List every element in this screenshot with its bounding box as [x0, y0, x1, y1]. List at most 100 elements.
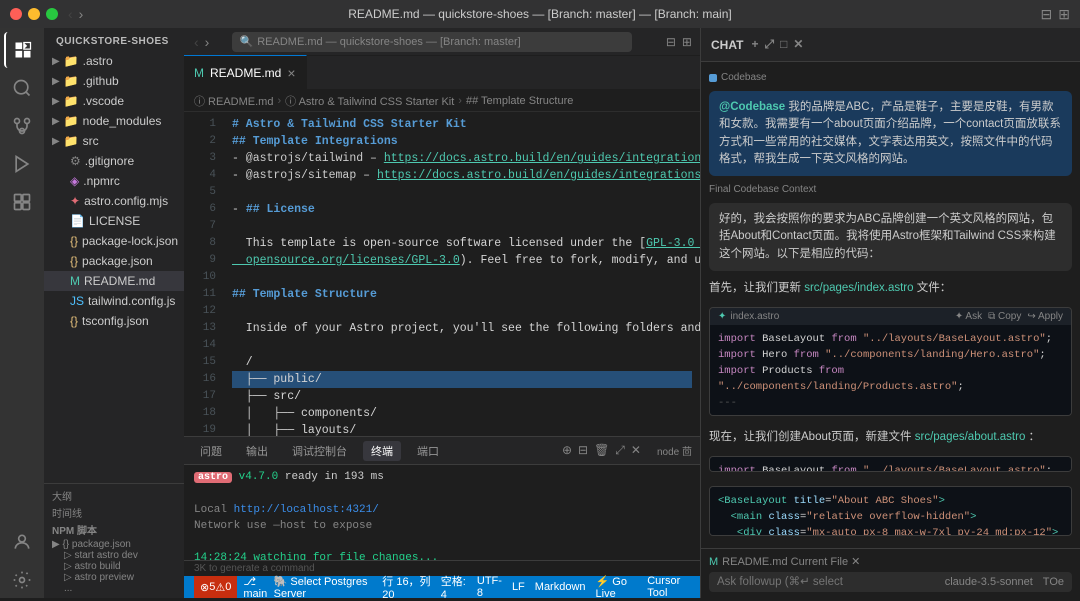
status-liveshare[interactable]: ⚡ Go Live	[596, 575, 638, 600]
chat-code-block-2: import BaseLayout from "../layouts/BaseL…	[709, 456, 1072, 473]
breadcrumb-bar: ⓘ README.md › ⓘ Astro & Tailwind CSS Sta…	[184, 90, 700, 112]
terminal-line-blank2	[194, 534, 690, 550]
sidebar-script-more[interactable]: ...	[64, 583, 176, 594]
status-server[interactable]: 🐘 Select Postgres Server	[274, 575, 373, 600]
terminal-tab-ports[interactable]: 端口	[409, 441, 447, 461]
line-numbers: 12345 678910 1112131415 1617181920 21222…	[184, 112, 224, 436]
sidebar-item-vscode[interactable]: ▶ 📁 .vscode	[44, 91, 184, 111]
status-language[interactable]: Markdown	[535, 581, 586, 593]
status-line-ending[interactable]: LF	[512, 581, 525, 593]
file-icon-npmrc: ◈	[70, 174, 79, 188]
chat-code-block-1: ✦ index.astro ✦ Ask ⧉ Copy ↪ Apply impor…	[709, 307, 1072, 416]
kill-terminal-icon[interactable]: 🗑	[594, 443, 609, 458]
settings-icon[interactable]	[4, 562, 40, 598]
editor-nav-actions: ⊟ ⊞	[666, 35, 692, 49]
sidebar-item-gitignore[interactable]: ⚙ .gitignore	[44, 151, 184, 171]
sidebar-item-label: .vscode	[83, 94, 124, 108]
nav-forward-icon[interactable]: ›	[203, 34, 212, 50]
terminal-tab-terminal[interactable]: 终端	[363, 441, 401, 461]
chat-close-icon[interactable]: ✕	[793, 37, 803, 52]
file-icon-gitignore: ⚙	[70, 154, 81, 168]
close-terminal-icon[interactable]: ✕	[631, 443, 641, 458]
ask-action[interactable]: ✦ Ask	[955, 311, 982, 322]
breadcrumb-section[interactable]: ## Template Structure	[466, 95, 573, 107]
status-line-col[interactable]: 行 16，列 20	[382, 573, 431, 601]
sidebar-script-dev[interactable]: ▷ start astro dev	[64, 550, 176, 561]
error-icon: ⊗	[200, 581, 209, 594]
terminal-tab-debug[interactable]: 调试控制台	[284, 441, 355, 461]
terminal-tab-output[interactable]: 输出	[238, 441, 276, 461]
close-button[interactable]	[10, 8, 22, 20]
breadcrumb-kit[interactable]: ⓘ Astro & Tailwind CSS Starter Kit	[285, 93, 454, 109]
sidebar-item-package-lock[interactable]: {} package-lock.json	[44, 231, 184, 251]
local-url[interactable]: http://localhost:4321/	[234, 504, 379, 516]
sidebar-item-tailwind[interactable]: JS tailwind.config.js	[44, 291, 184, 311]
split-terminal-icon[interactable]: ⊟	[578, 443, 588, 458]
new-terminal-icon[interactable]: ⊕	[562, 443, 572, 458]
chat-window-icon[interactable]: □	[780, 37, 787, 52]
maximize-button[interactable]	[46, 8, 58, 20]
sidebar-item-astro[interactable]: ▶ 📁 .astro	[44, 51, 184, 71]
tab-close-icon[interactable]: ×	[287, 65, 295, 81]
search-icon[interactable]	[4, 70, 40, 106]
chat-expand-icon[interactable]: ⤢	[764, 37, 774, 52]
layout-icon[interactable]: ⊞	[1058, 6, 1070, 23]
folder-icon: 📁	[64, 74, 79, 88]
sidebar-item-readme[interactable]: M README.md	[44, 271, 184, 291]
status-encoding[interactable]: UTF-8	[477, 575, 502, 599]
editor-area: ‹ › 🔍 README.md — quickstore-shoes — [Br…	[184, 28, 700, 598]
sidebar-item-package-json[interactable]: {} package.json	[44, 251, 184, 271]
sidebar-item-license[interactable]: 📄 LICENSE	[44, 211, 184, 231]
status-bar: ⊗ 5 ⚠ 0 ⎇ main 🐘 Select Postgres Server …	[184, 576, 700, 598]
sidebar-item-astro-config[interactable]: ✦ astro.config.mjs	[44, 191, 184, 211]
code-content[interactable]: # Astro & Tailwind CSS Starter Kit ## Te…	[224, 112, 700, 436]
forward-arrow[interactable]: ›	[77, 6, 86, 22]
sidebar-section-label: 大纲	[52, 488, 176, 503]
status-branch[interactable]: ⎇ main	[243, 575, 267, 600]
explorer-icon[interactable]	[4, 32, 40, 68]
split-editor-icon[interactable]: ⊟	[1041, 6, 1053, 23]
status-spaces[interactable]: 空格: 4	[441, 573, 467, 601]
copy-action[interactable]: ⧉ Copy	[988, 311, 1021, 322]
chat-body[interactable]: Codebase @Codebase 我的品牌是ABC，产品是鞋子，主要是皮鞋，…	[701, 62, 1080, 548]
sidebar-item-label: .github	[83, 74, 119, 88]
chat-input-field[interactable]	[717, 576, 939, 588]
code-area[interactable]: 12345 678910 1112131415 1617181920 21222…	[184, 112, 700, 436]
source-control-icon[interactable]	[4, 108, 40, 144]
split-icon[interactable]: ⊟	[666, 35, 676, 49]
chat-input-row[interactable]: claude-3.5-sonnet TOe	[709, 572, 1072, 592]
more-icon[interactable]: ⊞	[682, 35, 692, 49]
chat-add-icon[interactable]: +	[751, 37, 758, 52]
main-container: QUICKSTORE-SHOES ▶ 📁 .astro ▶ 📁 .github …	[0, 28, 1080, 598]
terminal-tab-problems[interactable]: 问题	[192, 441, 230, 461]
status-errors[interactable]: ⊗ 5 ⚠ 0	[194, 576, 237, 598]
sidebar-item-tsconfig[interactable]: {} tsconfig.json	[44, 311, 184, 331]
file-icon-js: JS	[70, 294, 84, 308]
sidebar-packages-label: ▶ {} package.json	[52, 539, 176, 550]
sidebar-script-preview[interactable]: ▷ astro preview	[64, 572, 176, 583]
sidebar-item-label: tsconfig.json	[82, 314, 149, 328]
accounts-icon[interactable]	[4, 524, 40, 560]
terminal-content[interactable]: astro v4.7.0 ready in 193 ms Local http:…	[184, 465, 700, 560]
context-label-text: Final Codebase Context	[709, 184, 816, 195]
sidebar-script-build[interactable]: ▷ astro build	[64, 561, 176, 572]
run-debug-icon[interactable]	[4, 146, 40, 182]
apply-action[interactable]: ↪ Apply	[1027, 311, 1063, 322]
minimize-button[interactable]	[28, 8, 40, 20]
tab-readme[interactable]: M README.md ×	[184, 55, 307, 89]
sidebar-item-src[interactable]: ▶ 📁 src	[44, 131, 184, 151]
status-cursor-tool[interactable]: Cursor Tool	[647, 575, 690, 599]
terminal-watching: 14:28:24 watching for file changes...	[194, 550, 690, 560]
nav-back-icon[interactable]: ‹	[192, 34, 201, 50]
local-label: Local	[194, 504, 234, 516]
maximize-terminal-icon[interactable]: ⤢	[615, 443, 625, 458]
extensions-icon[interactable]	[4, 184, 40, 220]
sidebar-item-github[interactable]: ▶ 📁 .github	[44, 71, 184, 91]
terminal-ready: ready in 193 ms	[285, 471, 384, 483]
sidebar-item-npmrc[interactable]: ◈ .npmrc	[44, 171, 184, 191]
search-bar[interactable]: 🔍 README.md — quickstore-shoes — [Branch…	[232, 32, 632, 52]
back-arrow[interactable]: ‹	[66, 6, 75, 22]
chat-file-reference[interactable]: M README.md Current File ✕	[709, 555, 1072, 568]
breadcrumb-file[interactable]: ⓘ README.md	[194, 93, 273, 109]
sidebar-item-node-modules[interactable]: ▶ 📁 node_modules	[44, 111, 184, 131]
